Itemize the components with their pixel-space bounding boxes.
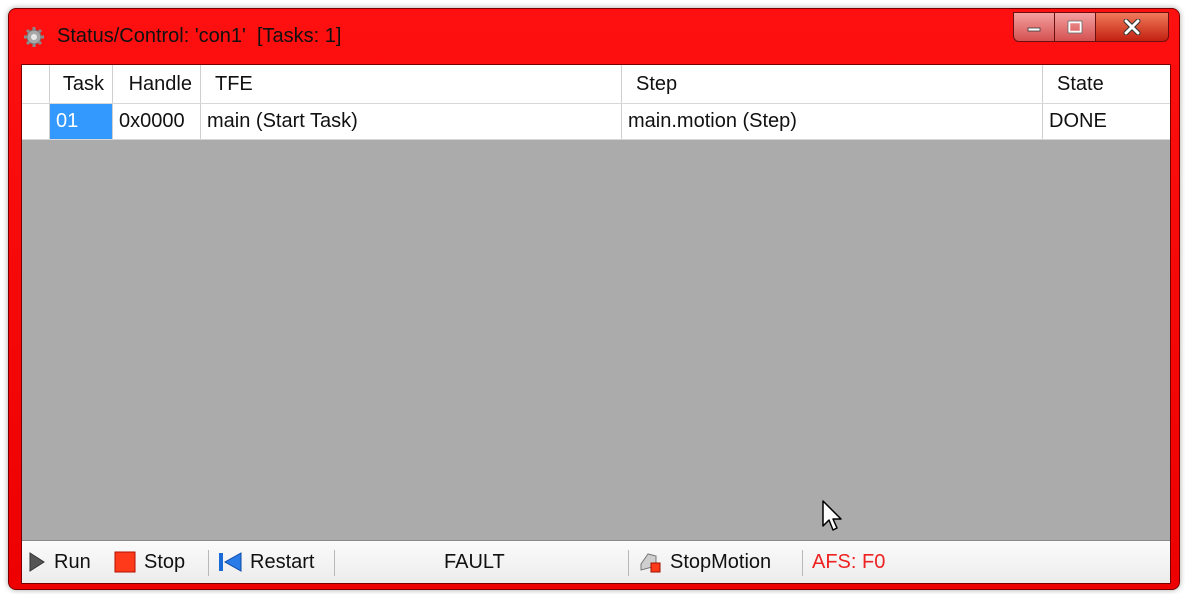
mouse-cursor-icon bbox=[822, 500, 842, 531]
caption-buttons bbox=[1013, 12, 1169, 42]
maximize-icon bbox=[1067, 20, 1083, 34]
stop-label: Stop bbox=[144, 550, 186, 573]
column-header-task[interactable]: Task bbox=[50, 65, 113, 103]
column-header-state[interactable]: State bbox=[1043, 65, 1170, 103]
status-control-window: Status/Control: 'con1' [Tasks: 1] Task H… bbox=[8, 8, 1180, 590]
toolbar-separator bbox=[628, 550, 629, 576]
toolbar-separator bbox=[208, 550, 209, 576]
restart-icon bbox=[219, 552, 242, 572]
task-grid-header: Task Handle TFE Step State bbox=[22, 65, 1170, 104]
stop-button[interactable]: Stop bbox=[114, 541, 185, 583]
run-label: Run bbox=[54, 550, 91, 573]
gear-icon bbox=[24, 27, 44, 47]
control-toolbar: Run Stop Restart FAULT StopMotion AFS: F… bbox=[22, 540, 1170, 583]
afs-label: AFS: F0 bbox=[812, 550, 886, 573]
stopmotion-label: StopMotion bbox=[670, 550, 772, 573]
row-header-corner[interactable] bbox=[22, 65, 50, 103]
column-header-handle[interactable]: Handle bbox=[113, 65, 201, 103]
minimize-button[interactable] bbox=[1013, 12, 1054, 42]
cell-step[interactable]: main.motion (Step) bbox=[622, 104, 1043, 140]
stop-icon bbox=[114, 551, 136, 573]
play-icon bbox=[29, 552, 45, 572]
close-icon bbox=[1123, 19, 1141, 35]
stopmotion-button[interactable]: StopMotion bbox=[638, 541, 771, 583]
table-row[interactable]: 01 0x0000 main (Start Task) main.motion … bbox=[22, 104, 1170, 140]
afs-status[interactable]: AFS: F0 bbox=[812, 541, 885, 583]
restart-button[interactable]: Restart bbox=[218, 541, 314, 583]
cell-task[interactable]: 01 bbox=[50, 104, 113, 140]
fault-label: FAULT bbox=[444, 550, 505, 573]
minimize-icon bbox=[1027, 27, 1041, 32]
toolbar-separator bbox=[334, 550, 335, 576]
column-header-tfe[interactable]: TFE bbox=[201, 65, 622, 103]
cell-tfe[interactable]: main (Start Task) bbox=[201, 104, 622, 140]
title-bar[interactable]: Status/Control: 'con1' [Tasks: 1] bbox=[9, 9, 1179, 61]
fault-status: FAULT bbox=[444, 541, 505, 583]
window-title: Status/Control: 'con1' [Tasks: 1] bbox=[57, 25, 342, 47]
column-header-step[interactable]: Step bbox=[622, 65, 1043, 103]
row-header[interactable] bbox=[22, 104, 50, 140]
stopmotion-icon bbox=[640, 553, 661, 573]
restart-label: Restart bbox=[250, 550, 315, 573]
client-area: Task Handle TFE Step State 01 0x0000 mai… bbox=[21, 64, 1171, 584]
close-button[interactable] bbox=[1095, 12, 1169, 42]
toolbar-separator bbox=[802, 550, 803, 576]
cell-state[interactable]: DONE bbox=[1043, 104, 1170, 140]
maximize-button[interactable] bbox=[1054, 12, 1095, 42]
run-button[interactable]: Run bbox=[28, 541, 91, 583]
cell-handle[interactable]: 0x0000 bbox=[113, 104, 201, 140]
